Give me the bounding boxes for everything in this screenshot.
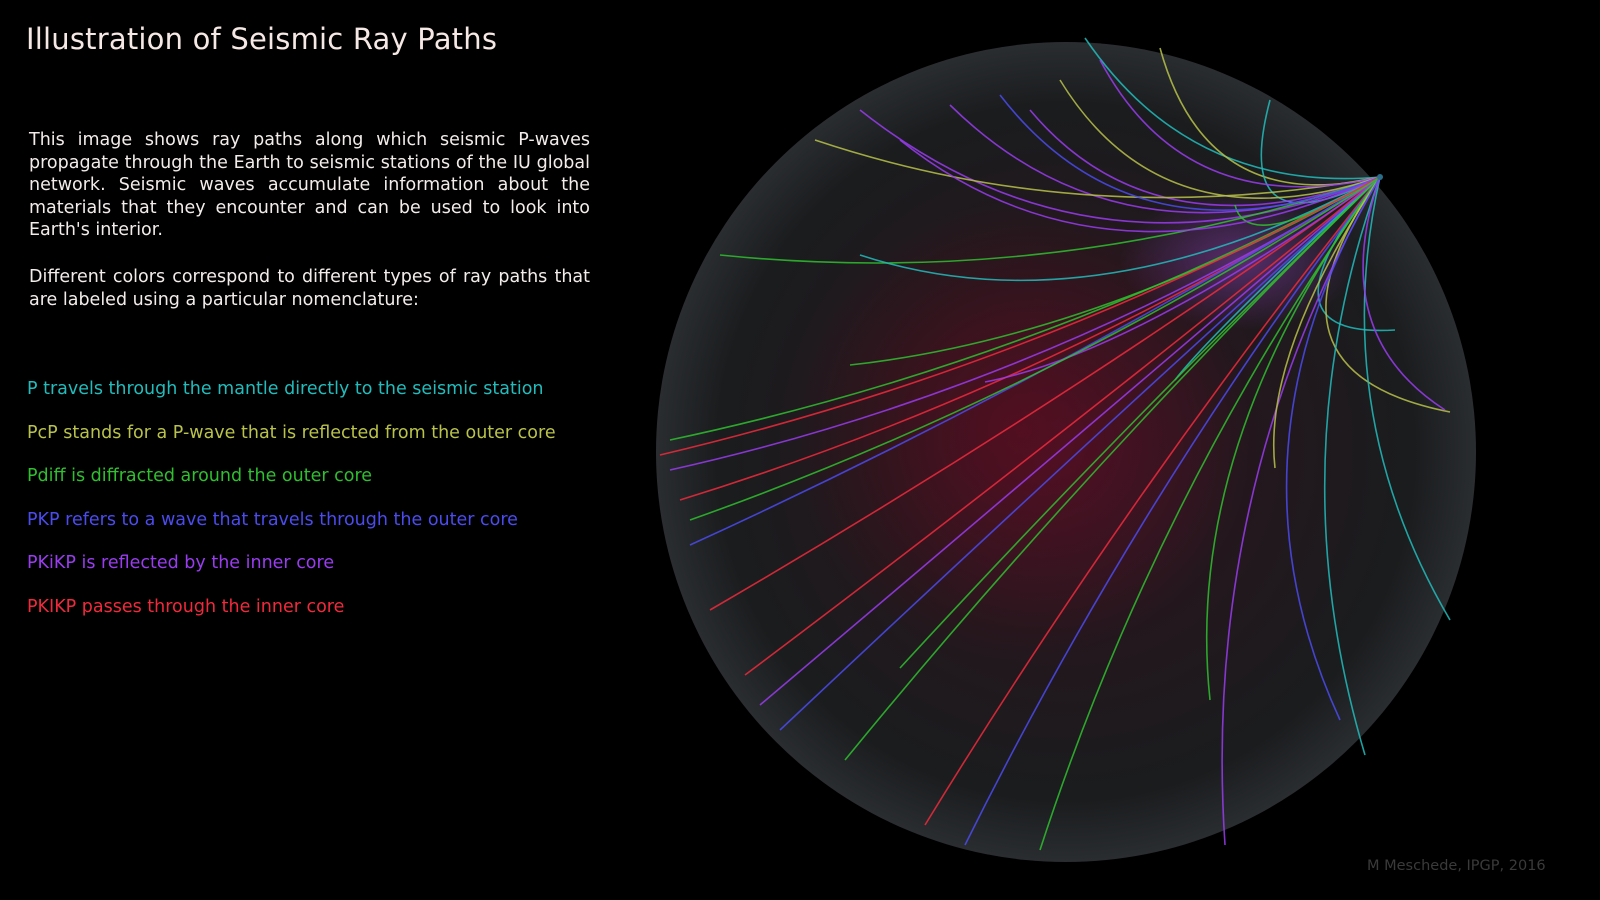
earth-ray-path-illustration xyxy=(656,37,1476,862)
seismic-source-marker xyxy=(1377,174,1383,180)
credit-text: M Meschede, IPGP, 2016 xyxy=(1367,858,1546,874)
